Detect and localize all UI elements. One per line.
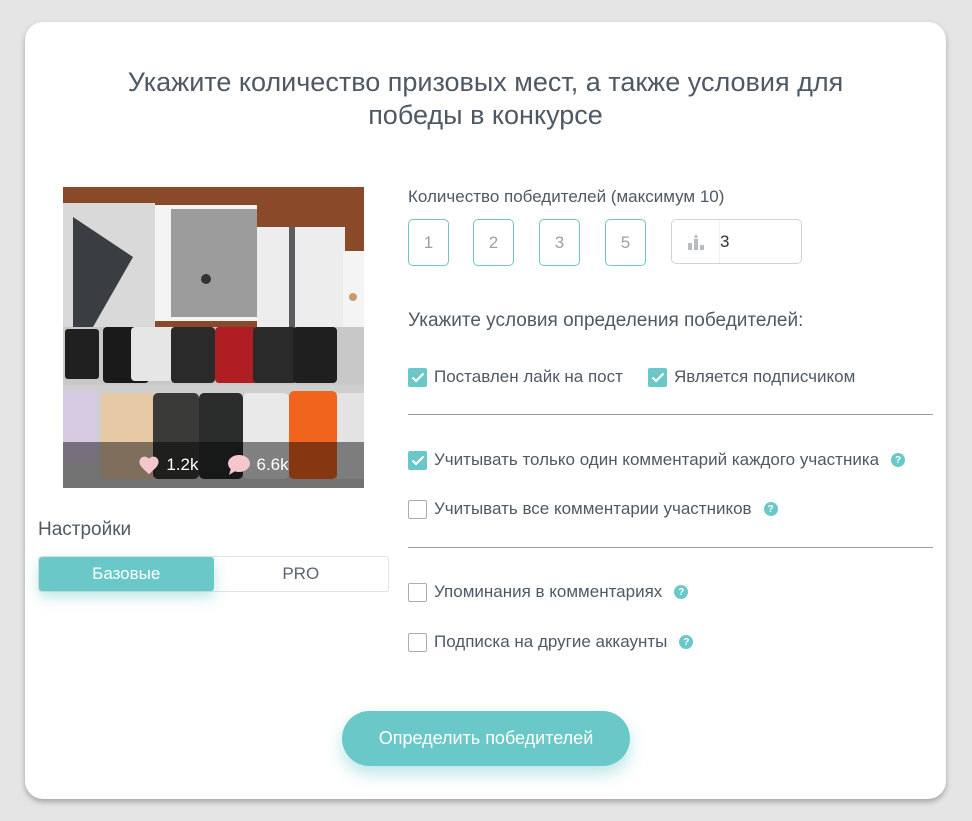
page-title: Укажите количество призовых мест, а такж… bbox=[127, 67, 844, 130]
likes-count: 1.2k bbox=[166, 455, 199, 474]
divider bbox=[408, 547, 933, 548]
condition-mentions-label: Упоминания в комментариях bbox=[434, 582, 663, 601]
divider bbox=[408, 414, 933, 415]
condition-like-row[interactable]: Поставлен лайк на пост bbox=[408, 367, 623, 387]
checkmark-icon bbox=[411, 455, 424, 466]
winners-option-2[interactable]: 2 bbox=[473, 219, 514, 266]
conditions-label: Укажите условия определения победителей: bbox=[408, 310, 804, 331]
condition-mentions-row[interactable]: Упоминания в комментариях ? bbox=[408, 582, 689, 602]
checkmark-icon bbox=[411, 372, 424, 383]
condition-other-accounts-label: Подписка на другие аккаунты bbox=[434, 632, 668, 651]
condition-mentions-checkbox[interactable] bbox=[408, 582, 427, 602]
condition-like-checkbox[interactable] bbox=[408, 367, 427, 387]
condition-all-comments-label: Учитывать все комментарии участников bbox=[434, 499, 752, 518]
help-icon[interactable]: ? bbox=[674, 585, 689, 599]
post-stats: 1.2k 6.6k bbox=[63, 442, 364, 488]
checkmark-icon bbox=[651, 372, 664, 383]
winners-option-5[interactable]: 5 bbox=[605, 219, 646, 266]
condition-one-comment-label: Учитывать только один комментарий каждог… bbox=[434, 450, 880, 469]
condition-one-comment-row[interactable]: Учитывать только один комментарий каждог… bbox=[408, 450, 906, 470]
condition-other-accounts-checkbox[interactable] bbox=[408, 632, 427, 652]
post-preview-image: 1.2k 6.6k bbox=[63, 187, 364, 488]
condition-subscriber-checkbox[interactable] bbox=[648, 367, 667, 387]
winners-option-1[interactable]: 1 bbox=[408, 219, 449, 266]
winners-custom-field bbox=[671, 219, 802, 264]
condition-subscriber-label: Является подписчиком bbox=[674, 367, 856, 386]
comment-bubble-icon bbox=[227, 454, 251, 476]
help-icon[interactable]: ? bbox=[763, 502, 778, 516]
help-icon[interactable]: ? bbox=[679, 635, 694, 649]
tab-basic[interactable]: Базовые bbox=[39, 557, 214, 591]
tab-pro[interactable]: PRO bbox=[214, 557, 389, 591]
heart-icon bbox=[138, 455, 160, 475]
podium-icon bbox=[672, 220, 720, 263]
help-icon[interactable]: ? bbox=[891, 453, 906, 467]
condition-other-accounts-row[interactable]: Подписка на другие аккаунты ? bbox=[408, 632, 694, 652]
settings-label: Настройки bbox=[38, 519, 132, 540]
comments-count: 6.6k bbox=[256, 455, 289, 474]
winners-custom-input[interactable] bbox=[720, 231, 790, 252]
contest-settings-card: Укажите количество призовых мест, а такж… bbox=[25, 22, 946, 799]
determine-winners-button[interactable]: Определить победителей bbox=[342, 711, 630, 766]
likes-stat: 1.2k bbox=[138, 455, 199, 475]
condition-like-label: Поставлен лайк на пост bbox=[434, 367, 623, 386]
condition-subscriber-row[interactable]: Является подписчиком bbox=[648, 367, 855, 387]
condition-all-comments-row[interactable]: Учитывать все комментарии участников ? bbox=[408, 499, 778, 519]
winners-option-3[interactable]: 3 bbox=[539, 219, 580, 266]
winners-count-label: Количество победителей (максимум 10) bbox=[408, 187, 725, 206]
settings-mode-toggle: Базовые PRO bbox=[38, 556, 389, 592]
condition-all-comments-checkbox[interactable] bbox=[408, 499, 427, 519]
condition-one-comment-checkbox[interactable] bbox=[408, 450, 427, 470]
comments-stat: 6.6k bbox=[227, 454, 289, 476]
